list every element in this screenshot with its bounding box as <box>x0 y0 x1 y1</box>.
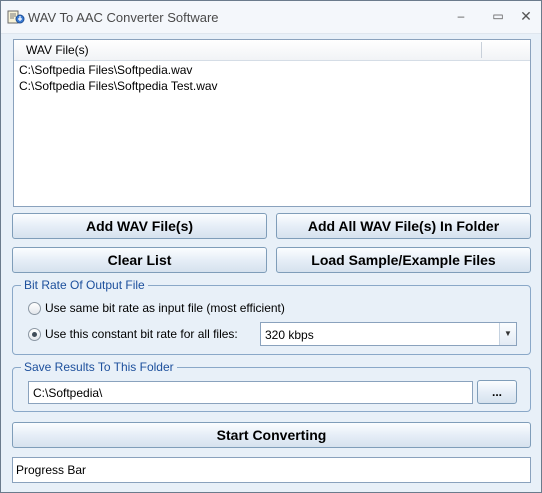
bitrate-select[interactable]: 320 kbps ▼ <box>260 322 517 346</box>
window-title: WAV To AAC Converter Software <box>28 10 219 25</box>
bitrate-group-title: Bit Rate Of Output File <box>21 278 148 292</box>
output-folder-value: C:\Softpedia\ <box>33 386 103 400</box>
file-list-header[interactable]: WAV File(s) <box>14 40 530 61</box>
save-folder-group-title: Save Results To This Folder <box>21 360 177 374</box>
radio-same-bitrate-label[interactable]: Use same bit rate as input file (most ef… <box>45 301 285 315</box>
maximize-icon[interactable]: ▭ <box>487 7 509 25</box>
radio-same-bitrate[interactable]: Use same bit rate as input file (most ef… <box>28 301 348 317</box>
minimize-icon[interactable]: – <box>450 7 472 25</box>
browse-folder-button[interactable]: ... <box>477 380 517 404</box>
bitrate-group: Bit Rate Of Output File Use same bit rat… <box>12 278 531 355</box>
column-separator <box>481 42 482 58</box>
app-window: WAV To AAC Converter Software – ▭ ✕ WAV … <box>0 0 542 493</box>
file-list[interactable]: WAV File(s) C:\Softpedia Files\Softpedia… <box>13 39 531 207</box>
column-header-wav-files: WAV File(s) <box>26 43 89 57</box>
bitrate-select-value: 320 kbps <box>265 328 314 342</box>
app-icon <box>7 10 25 24</box>
save-folder-group: Save Results To This Folder C:\Softpedia… <box>12 360 531 412</box>
radio-constant-bitrate-label[interactable]: Use this constant bit rate for all files… <box>45 327 238 341</box>
load-samples-button[interactable]: Load Sample/Example Files <box>276 247 531 273</box>
clear-list-button[interactable]: Clear List <box>12 247 267 273</box>
list-item[interactable]: C:\Softpedia Files\Softpedia Test.wav <box>19 79 218 93</box>
radio-constant-bitrate-button[interactable] <box>28 328 41 341</box>
list-item[interactable]: C:\Softpedia Files\Softpedia.wav <box>19 63 192 77</box>
radio-constant-bitrate[interactable]: Use this constant bit rate for all files… <box>28 327 268 343</box>
radio-same-bitrate-button[interactable] <box>28 302 41 315</box>
title-bar: WAV To AAC Converter Software – ▭ ✕ <box>1 1 541 34</box>
add-folder-button[interactable]: Add All WAV File(s) In Folder <box>276 213 531 239</box>
start-converting-button[interactable]: Start Converting <box>12 422 531 448</box>
progress-bar: Progress Bar <box>12 457 531 483</box>
add-files-button[interactable]: Add WAV File(s) <box>12 213 267 239</box>
close-icon[interactable]: ✕ <box>515 7 537 25</box>
chevron-down-icon[interactable]: ▼ <box>499 323 516 345</box>
progress-bar-label: Progress Bar <box>16 463 87 477</box>
output-folder-field[interactable]: C:\Softpedia\ <box>28 381 473 404</box>
